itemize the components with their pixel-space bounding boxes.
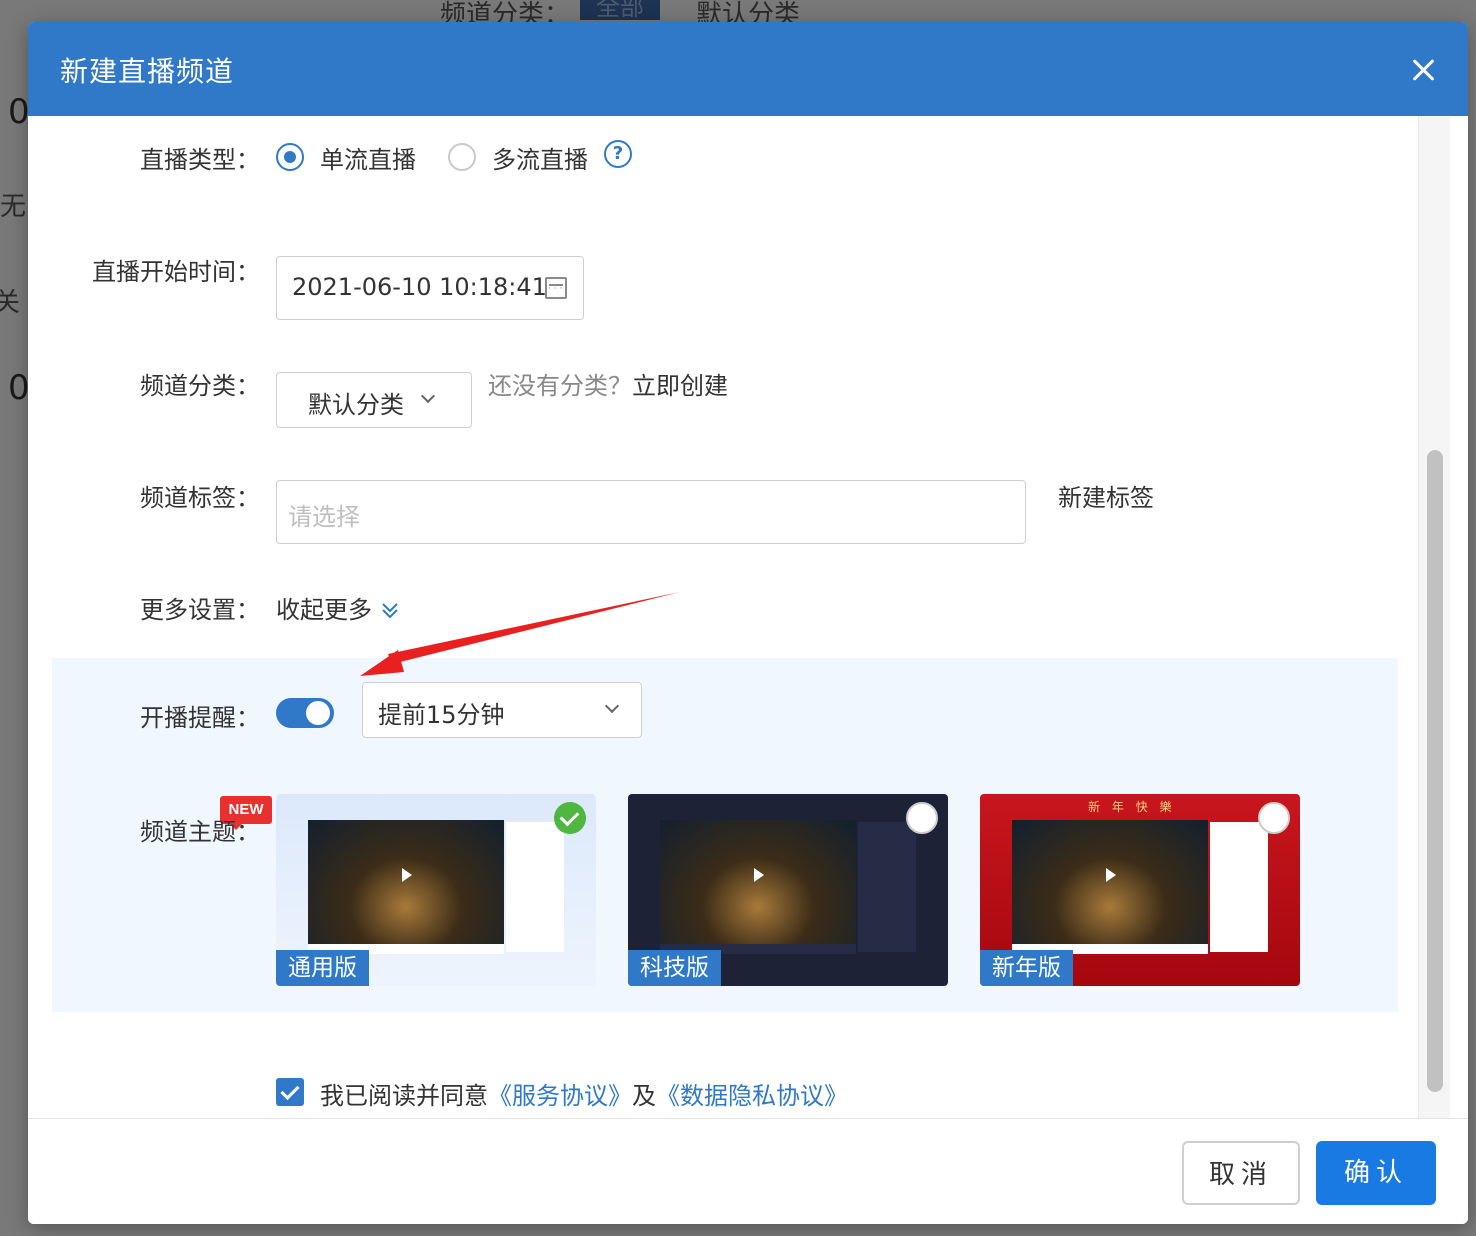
agreement-text: 我已阅读并同意《服务协议》及《数据隐私协议》 — [320, 1076, 848, 1111]
scrollbar-track[interactable] — [1418, 116, 1450, 1118]
tags-label: 频道标签： — [140, 484, 260, 512]
agreement-conjunction: 及 — [632, 1082, 656, 1110]
category-select[interactable]: 默认分类 — [276, 372, 472, 428]
radio-multi-stream[interactable] — [448, 143, 476, 171]
newyear-char: 快 — [1135, 800, 1148, 814]
start-time-label: 直播开始时间： — [92, 258, 260, 286]
theme-card-tech[interactable]: 科技版 — [628, 794, 948, 986]
newyear-char: 年 — [1111, 800, 1124, 814]
radio-multi-stream-label[interactable]: 多流直播 — [492, 140, 588, 175]
preview-video — [308, 820, 504, 944]
start-time-value: 2021-06-10 10:18:41 — [292, 273, 547, 301]
tags-select[interactable]: 请选择 — [276, 480, 1026, 544]
cancel-button[interactable]: 取消 — [1182, 1141, 1300, 1205]
close-icon[interactable] — [1404, 50, 1444, 90]
preview-chat-panel — [858, 822, 916, 952]
create-category-link[interactable]: 立即创建 — [632, 366, 728, 401]
preview-chat-panel — [506, 822, 564, 952]
new-channel-dialog: 新建直播频道 直播类型： 单流直播 多流直播 ? 直播开始时间： 2021-06… — [28, 22, 1468, 1224]
start-time-input[interactable]: 2021-06-10 10:18:41 — [276, 256, 584, 320]
category-value: 默认分类 — [308, 391, 404, 419]
collapse-more-text: 收起更多 — [276, 596, 372, 624]
theme-caption: 新年版 — [980, 950, 1073, 986]
chevron-down-icon — [604, 698, 620, 714]
privacy-agreement-link[interactable]: 《数据隐私协议》 — [656, 1082, 848, 1110]
category-label: 频道分类： — [140, 372, 260, 400]
reminder-time-value: 提前15分钟 — [378, 701, 505, 729]
preview-video — [1012, 820, 1208, 944]
newyear-char: 新 — [1088, 800, 1101, 814]
double-chevron-down-icon — [381, 603, 398, 619]
newyear-char: 樂 — [1159, 800, 1172, 814]
scrollbar-thumb[interactable] — [1427, 450, 1443, 1092]
reminder-toggle[interactable] — [276, 698, 334, 728]
newyear-banner: 新 年 快 樂 — [1088, 798, 1172, 815]
radio-single-stream[interactable] — [276, 143, 304, 171]
reminder-label: 开播提醒： — [140, 704, 260, 732]
chevron-down-icon — [420, 388, 436, 404]
more-settings-label: 更多设置： — [140, 596, 260, 624]
category-hint: 还没有分类？ — [488, 372, 632, 400]
select-circle-icon[interactable] — [906, 802, 938, 834]
agreement-prefix: 我已阅读并同意 — [320, 1082, 488, 1110]
question-circle-icon[interactable]: ? — [604, 140, 632, 168]
theme-caption: 科技版 — [628, 950, 721, 986]
play-icon — [1106, 868, 1116, 882]
radio-single-stream-label[interactable]: 单流直播 — [320, 140, 416, 175]
dialog-header: 新建直播频道 — [28, 22, 1468, 116]
reminder-time-select[interactable]: 提前15分钟 — [362, 682, 642, 738]
theme-label: 频道主题： — [140, 818, 260, 846]
theme-card-general[interactable]: 通用版 — [276, 794, 596, 986]
preview-video — [660, 820, 856, 944]
theme-caption: 通用版 — [276, 950, 369, 986]
dialog-body: 直播类型： 单流直播 多流直播 ? 直播开始时间： 2021-06-10 10:… — [28, 116, 1468, 1118]
select-circle-icon[interactable] — [1258, 802, 1290, 834]
selected-check-icon[interactable] — [554, 802, 586, 834]
preview-chat-panel — [1210, 822, 1268, 952]
live-type-label: 直播类型： — [140, 146, 260, 174]
collapse-more-link[interactable]: 收起更多 — [276, 590, 400, 625]
calendar-icon[interactable] — [545, 277, 567, 299]
new-tag-link[interactable]: 新建标签 — [1058, 478, 1154, 513]
confirm-button[interactable]: 确认 — [1316, 1141, 1436, 1205]
dialog-footer: 取消 确认 — [28, 1118, 1468, 1224]
play-icon — [754, 868, 764, 882]
service-agreement-link[interactable]: 《服务协议》 — [488, 1082, 632, 1110]
dialog-title: 新建直播频道 — [60, 55, 235, 88]
theme-card-newyear[interactable]: 新 年 快 樂 新年版 — [980, 794, 1300, 986]
agreement-checkbox[interactable] — [276, 1078, 304, 1106]
play-icon — [402, 868, 412, 882]
tags-placeholder: 请选择 — [288, 503, 360, 531]
